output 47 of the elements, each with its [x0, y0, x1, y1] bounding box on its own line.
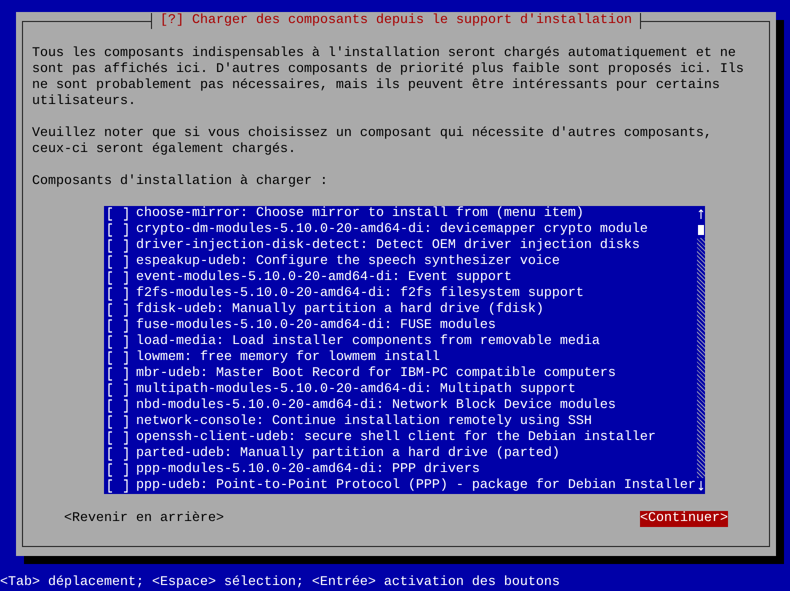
component-label[interactable]: crypto-dm-modules-5.10.0-20-amd64-di: devicemapper crypto module	[136, 222, 648, 238]
component-label[interactable]: driver-injection-disk-detect: Detect OEM driver injection disks	[136, 238, 640, 254]
description-text: Veuillez noter que si vous choisissez un composant qui nécessite d'autres composants, ceux-ci seront également chargés.	[32, 126, 713, 158]
component-label[interactable]: mbr-udeb: Master Boot Record for IBM-PC compatible computers	[136, 366, 616, 382]
scrollbar-thumb[interactable]	[698, 225, 704, 235]
checkbox[interactable]	[107, 463, 129, 477]
up-arrow-icon[interactable]	[698, 209, 704, 219]
component-label[interactable]: ppp-modules-5.10.0-20-amd64-di: PPP drivers	[136, 462, 480, 478]
component-label[interactable]: load-media: Load installer components from removable media	[136, 334, 600, 350]
checkbox[interactable]	[107, 447, 129, 461]
component-label[interactable]: nbd-modules-5.10.0-20-amd64-di: Network Block Device modules	[136, 398, 616, 414]
component-label[interactable]: openssh-client-udeb: secure shell client for the Debian installer	[136, 430, 656, 446]
continue-button[interactable]: <Continuer>	[640, 511, 728, 527]
component-list[interactable]	[104, 206, 705, 494]
checkbox[interactable]	[107, 255, 129, 269]
checkbox[interactable]	[107, 207, 129, 221]
down-arrow-icon[interactable]	[698, 481, 704, 491]
component-label[interactable]: network-console: Continue installation remotely using SSH	[136, 414, 592, 430]
checkbox[interactable]	[107, 351, 129, 365]
component-label[interactable]: f2fs-modules-5.10.0-20-amd64-di: f2fs filesystem support	[136, 286, 584, 302]
checkbox[interactable]	[107, 399, 129, 413]
checkbox[interactable]	[107, 383, 129, 397]
component-label[interactable]: ppp-udeb: Point-to-Point Protocol (PPP) - package for Debian Installer	[136, 478, 696, 494]
component-label[interactable]: fuse-modules-5.10.0-20-amd64-di: FUSE modules	[136, 318, 496, 334]
checkbox[interactable]	[107, 271, 129, 285]
dialog-title: [?] Charger des composants depuis le support d'installation	[151, 13, 641, 29]
checkbox[interactable]	[107, 319, 129, 333]
component-label[interactable]: multipath-modules-5.10.0-20-amd64-di: Multipath support	[136, 382, 576, 398]
list-label: Composants d'installation à charger :	[32, 174, 329, 190]
component-label[interactable]: lowmem: free memory for lowmem install	[136, 350, 440, 366]
checkbox[interactable]	[107, 367, 129, 381]
component-label[interactable]: fdisk-udeb: Manually partition a hard drive (fdisk)	[136, 302, 544, 318]
checkbox[interactable]	[107, 239, 129, 253]
checkbox[interactable]	[107, 287, 129, 301]
checkbox[interactable]	[107, 479, 129, 493]
component-label[interactable]: parted-udeb: Manually partition a hard drive (parted)	[136, 446, 560, 462]
description-text: Tous les composants indispensables à l'installation seront chargés automatiquement et ne sont pas affichés ici. D'autres composants de priorité plus faible sont proposés ici. Ils ne sont probablement pas nécessaires, mais ils peuvent être intéressants pour certains utilisateurs.	[32, 46, 744, 110]
component-label[interactable]: choose-mirror: Choose mirror to install from (menu item)	[136, 206, 584, 222]
component-label[interactable]: espeakup-udeb: Configure the speech synthesizer voice	[136, 254, 560, 270]
back-button[interactable]: <Revenir en arrière>	[64, 511, 224, 527]
checkbox[interactable]	[107, 223, 129, 237]
checkbox[interactable]	[107, 431, 129, 445]
component-label[interactable]: event-modules-5.10.0-20-amd64-di: Event support	[136, 270, 512, 286]
checkbox[interactable]	[107, 303, 129, 317]
checkbox[interactable]	[107, 415, 129, 429]
checkbox[interactable]	[107, 335, 129, 349]
scrollbar[interactable]	[697, 206, 705, 494]
